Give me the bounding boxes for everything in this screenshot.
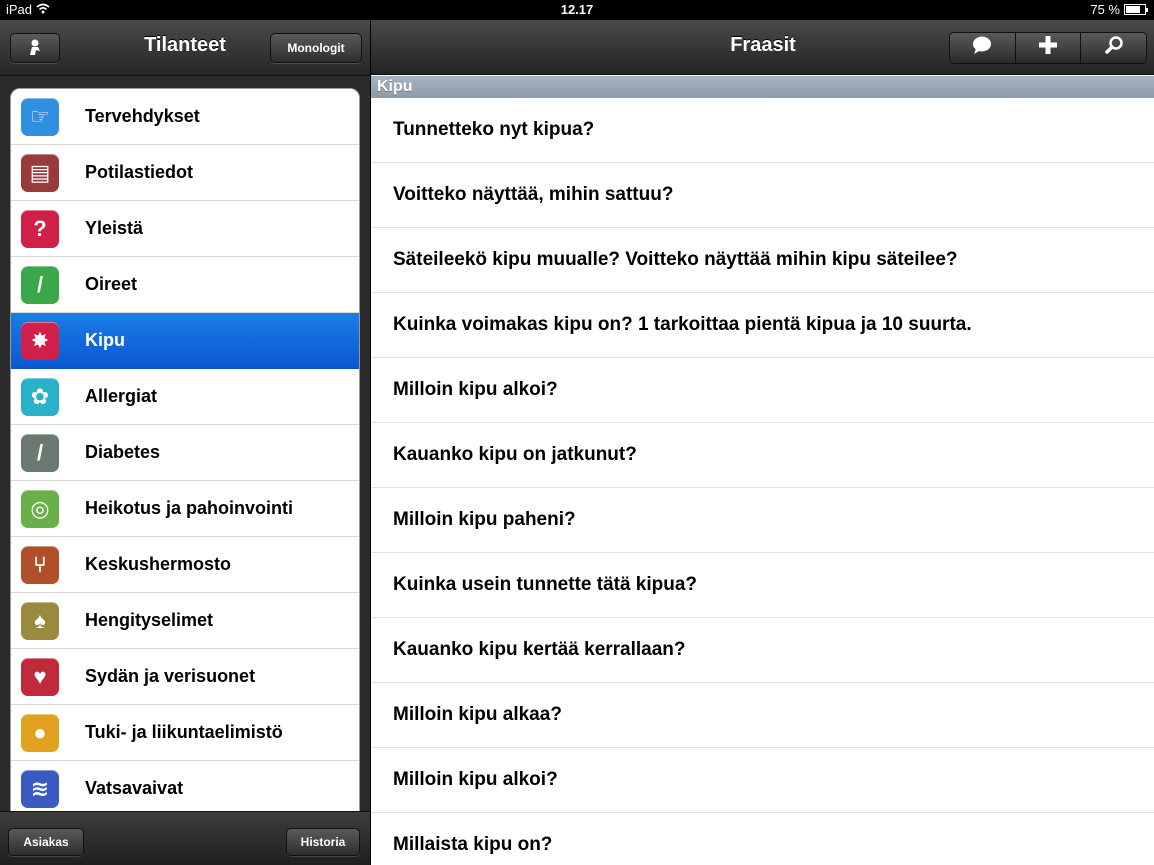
- phrases-navbar: Fraasit: [371, 20, 1154, 75]
- spiral-icon: ◎: [21, 489, 59, 528]
- list-item-label: Vatsavaivat: [85, 778, 184, 798]
- phrase-row[interactable]: Milloin kipu paheni?: [371, 488, 1154, 553]
- list-item-label: Allergiat: [85, 386, 158, 406]
- nerve-icon: ⑂: [21, 545, 59, 584]
- status-bar: iPad 12.17 75 %: [0, 0, 1154, 20]
- list-item[interactable]: / Diabetes: [11, 425, 359, 481]
- list-item[interactable]: / Oireet: [11, 257, 359, 313]
- plus-icon: [1038, 35, 1058, 61]
- list-item-label: Oireet: [85, 274, 138, 294]
- situations-list: ☞ Tervehdykset ▤ Potilastiedot? Yleistä / Oire…: [10, 88, 360, 828]
- phrase-row[interactable]: Säteileekö kipu muualle? Voitteko näyttä…: [371, 228, 1154, 293]
- list-item[interactable]: ✸ Kipu: [11, 313, 359, 369]
- list-item[interactable]: ⑂ Keskushermosto: [11, 537, 359, 593]
- speech-bubble-button[interactable]: [950, 33, 1016, 63]
- phrase-row[interactable]: Kauanko kipu on jatkunut?: [371, 423, 1154, 488]
- list-item-label: Potilastiedot: [85, 162, 194, 182]
- phrase-row[interactable]: Kuinka usein tunnette tätä kipua?: [371, 553, 1154, 618]
- flower-icon: ✿: [21, 377, 59, 416]
- list-item[interactable]: ☞ Tervehdykset: [11, 89, 359, 145]
- phrase-row[interactable]: Milloin kipu alkoi?: [371, 748, 1154, 813]
- phrase-row[interactable]: Milloin kipu alkaa?: [371, 683, 1154, 748]
- action-segment: [949, 32, 1147, 64]
- bottom-toolbar: Asiakas Historia: [0, 811, 370, 865]
- list-item-label: Keskushermosto: [85, 554, 232, 574]
- phrase-row[interactable]: Voitteko näyttää, mihin sattuu?: [371, 163, 1154, 228]
- monologit-button[interactable]: Monologit: [270, 33, 362, 63]
- list-item-label: Kipu: [85, 330, 125, 350]
- book-icon: ▤: [21, 153, 59, 192]
- list-item[interactable]: ▤ Potilastiedot: [11, 145, 359, 201]
- waves-icon: ≋: [21, 769, 59, 808]
- phrase-row[interactable]: Millaista kipu on?: [371, 813, 1154, 865]
- list-item-label: Yleistä: [85, 218, 144, 238]
- lungs-icon: ♠: [21, 601, 59, 640]
- question-icon: ?: [21, 209, 59, 248]
- list-item[interactable]: ◎ Heikotus ja pahoinvointi: [11, 481, 359, 537]
- list-item[interactable]: ✿ Allergiat: [11, 369, 359, 425]
- list-item[interactable]: ● Tuki- ja liikuntaelimistö: [11, 705, 359, 761]
- status-time: 12.17: [560, 2, 594, 17]
- list-item[interactable]: ♥ Sydän ja verisuonet: [11, 649, 359, 705]
- list-item[interactable]: ≋ Vatsavaivat: [11, 761, 359, 817]
- battery-label: 75 %: [1090, 2, 1120, 17]
- list-item-label: Tuki- ja liikuntaelimistö: [85, 722, 283, 742]
- phrase-row[interactable]: Milloin kipu alkoi?: [371, 358, 1154, 423]
- section-header: Kipu: [371, 76, 1154, 98]
- list-item-label: Heikotus ja pahoinvointi: [85, 498, 294, 518]
- historia-button[interactable]: Historia: [286, 828, 360, 856]
- list-item-label: Tervehdykset: [85, 106, 200, 126]
- search-icon: [1104, 35, 1124, 61]
- phrases-pane: Fraasit Kipu Tunnetteko nyt kipua? Voitte…: [370, 20, 1154, 865]
- burst-icon: ✸: [21, 321, 59, 360]
- hand-icon: ☞: [21, 97, 59, 136]
- list-item[interactable]: ? Yleistä: [11, 201, 359, 257]
- speech-bubble-icon: [971, 35, 993, 61]
- list-item-label: Diabetes: [85, 442, 161, 462]
- asiakas-button[interactable]: Asiakas: [8, 828, 84, 856]
- pen-icon: /: [21, 265, 59, 304]
- list-item-label: Hengityselimet: [85, 610, 214, 630]
- add-button[interactable]: [1015, 33, 1082, 63]
- body-icon: ●: [21, 713, 59, 752]
- phrase-row[interactable]: Tunnetteko nyt kipua?: [371, 98, 1154, 163]
- syringe-icon: /: [21, 433, 59, 472]
- search-button[interactable]: [1081, 33, 1146, 63]
- list-item[interactable]: ♠ Hengityselimet: [11, 593, 359, 649]
- phrase-row[interactable]: Kauanko kipu kertää kerrallaan?: [371, 618, 1154, 683]
- list-item-label: Sydän ja verisuonet: [85, 666, 256, 686]
- situations-navbar: Tilanteet Monologit: [0, 20, 370, 76]
- phrase-row[interactable]: Kuinka voimakas kipu on? 1 tarkoittaa pi…: [371, 293, 1154, 358]
- heart-icon: ♥: [21, 657, 59, 696]
- battery-icon: [1124, 4, 1148, 15]
- situations-pane: Tilanteet Monologit ☞ Tervehdykset ▤ Potila…: [0, 20, 370, 865]
